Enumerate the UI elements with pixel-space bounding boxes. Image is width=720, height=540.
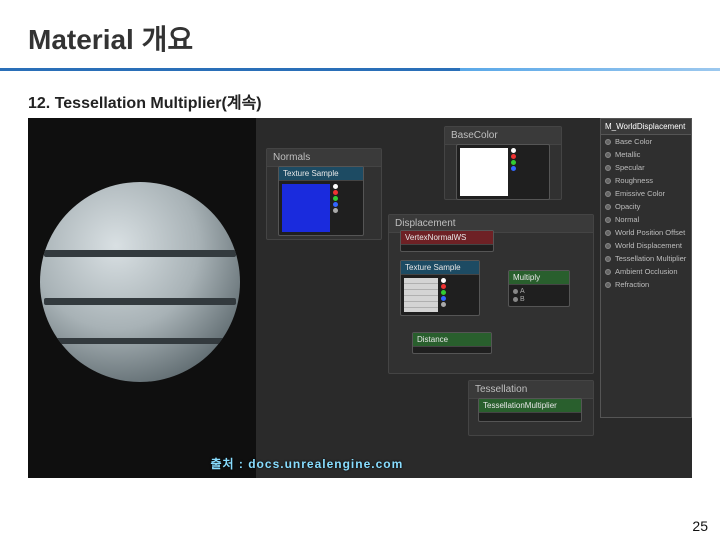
output-pin-icon[interactable] [605, 243, 611, 249]
output-pin-row[interactable]: Metallic [601, 148, 691, 161]
node-texture-sample-basecolor[interactable] [456, 144, 550, 200]
output-pin-icon[interactable] [605, 165, 611, 171]
output-pin-label: World Position Offset [615, 228, 685, 237]
pin-a-icon[interactable] [441, 302, 446, 307]
output-pin-row[interactable]: Refraction [601, 278, 691, 291]
output-pin-label: Metallic [615, 150, 640, 159]
output-pin-icon[interactable] [605, 204, 611, 210]
pin-b-icon[interactable] [333, 202, 338, 207]
slide-title-text: Material 개요 [28, 24, 193, 55]
output-pin-label: Specular [615, 163, 645, 172]
preview-sphere [40, 182, 240, 382]
output-pin-label: Tessellation Multiplier [615, 254, 686, 263]
pin-rgb-icon[interactable] [333, 184, 338, 189]
material-editor: Normals Texture Sample BaseColor [28, 118, 692, 478]
output-pin-icon[interactable] [605, 152, 611, 158]
group-label: Tessellation [469, 381, 593, 399]
title-accent [460, 68, 720, 71]
output-pin-label: Emissive Color [615, 189, 665, 198]
output-pin-label: World Displacement [615, 241, 682, 250]
source-attribution: 출처 : docs.unrealengine.com [210, 455, 403, 472]
output-pin-row[interactable]: Tessellation Multiplier [601, 252, 691, 265]
output-pin-label: Base Color [615, 137, 652, 146]
group-label: Normals [267, 149, 381, 167]
pin-b-icon[interactable] [511, 166, 516, 171]
output-pin-icon[interactable] [605, 217, 611, 223]
output-pin-label: Normal [615, 215, 639, 224]
pin-g-icon[interactable] [441, 290, 446, 295]
texture-thumb-normal [282, 184, 330, 232]
output-pin-label: Opacity [615, 202, 640, 211]
output-pin-label: Ambient Occlusion [615, 267, 678, 276]
output-pin-icon[interactable] [605, 139, 611, 145]
node-vertex-normal-ws[interactable]: VertexNormalWS [400, 230, 494, 252]
output-pin-icon[interactable] [605, 256, 611, 262]
pin-b-icon[interactable] [441, 296, 446, 301]
output-pin-row[interactable]: Opacity [601, 200, 691, 213]
output-pin-row[interactable]: Base Color [601, 135, 691, 148]
material-output-panel[interactable]: M_WorldDisplacement Base Color Metallic Sp… [600, 118, 692, 418]
sphere-crack [44, 298, 236, 305]
node-header: Texture Sample [279, 167, 363, 181]
output-pin-icon[interactable] [605, 282, 611, 288]
node-tessellation-multiplier[interactable]: TessellationMultiplier [478, 398, 582, 422]
output-pin-label: Refraction [615, 280, 649, 289]
pin-rgb-icon[interactable] [441, 278, 446, 283]
node-texture-sample-disp[interactable]: Texture Sample [400, 260, 480, 316]
output-pin-row[interactable]: Emissive Color [601, 187, 691, 200]
pin-g-icon[interactable] [511, 160, 516, 165]
pin-in-icon[interactable] [513, 289, 518, 294]
node-header: Distance [413, 333, 491, 347]
output-pin-row[interactable]: Ambient Occlusion [601, 265, 691, 278]
slide-subtitle: 12. Tessellation Multiplier(계속) [0, 71, 720, 125]
pin-r-icon[interactable] [511, 154, 516, 159]
node-header: VertexNormalWS [401, 231, 493, 245]
page-number: 25 [692, 518, 708, 534]
output-title: M_WorldDisplacement [601, 119, 691, 135]
output-pin-icon[interactable] [605, 269, 611, 275]
pin-r-icon[interactable] [441, 284, 446, 289]
pin-a-icon[interactable] [333, 208, 338, 213]
output-pin-row[interactable]: Specular [601, 161, 691, 174]
node-texture-sample-normals[interactable]: Texture Sample [278, 166, 364, 236]
output-pin-row[interactable]: World Position Offset [601, 226, 691, 239]
group-label: BaseColor [445, 127, 561, 145]
output-pin-label: Roughness [615, 176, 653, 185]
node-header: Texture Sample [401, 261, 479, 275]
pin-r-icon[interactable] [333, 190, 338, 195]
output-pin-row[interactable]: Roughness [601, 174, 691, 187]
sphere-crack [44, 250, 236, 257]
texture-thumb-white [460, 148, 508, 196]
node-header: TessellationMultiplier [479, 399, 581, 413]
node-multiply[interactable]: Multiply A B [508, 270, 570, 307]
node-distance[interactable]: Distance [412, 332, 492, 354]
node-header: Multiply [509, 271, 569, 285]
pin-g-icon[interactable] [333, 196, 338, 201]
output-pin-icon[interactable] [605, 230, 611, 236]
slide-title: Material 개요 [0, 0, 720, 71]
output-pin-icon[interactable] [605, 178, 611, 184]
sphere-crack [44, 338, 236, 344]
node-graph[interactable]: Normals Texture Sample BaseColor [256, 118, 692, 478]
preview-viewport[interactable] [28, 118, 256, 478]
output-pin-row[interactable]: Normal [601, 213, 691, 226]
texture-thumb-brick [404, 278, 438, 312]
output-pin-icon[interactable] [605, 191, 611, 197]
pin-rgb-icon[interactable] [511, 148, 516, 153]
pin-in-icon[interactable] [513, 297, 518, 302]
output-pin-row[interactable]: World Displacement [601, 239, 691, 252]
